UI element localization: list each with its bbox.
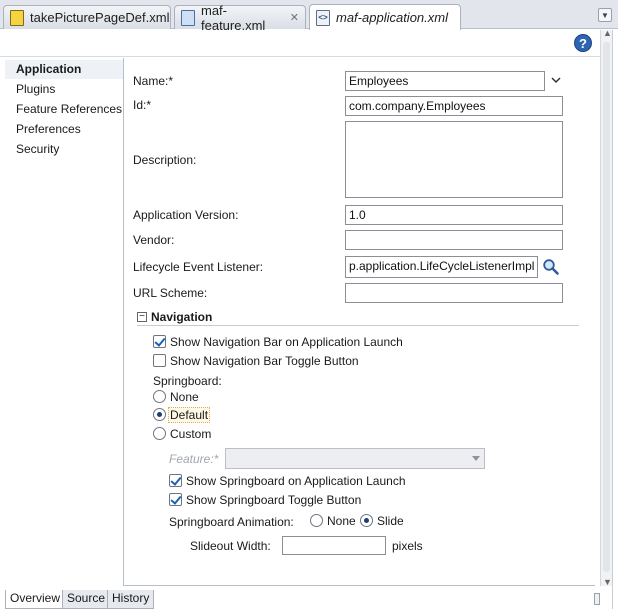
tab-maf-application[interactable]: <> maf-application.xml	[309, 4, 461, 30]
tab-maf-feature[interactable]: maf-feature.xml ✕	[174, 3, 306, 33]
show-nav-toggle-checkbox[interactable]	[153, 354, 166, 367]
tab-label: takePicturePageDef.xml	[30, 10, 170, 25]
tab-label: maf-application.xml	[336, 10, 448, 25]
lifecycle-label: Lifecycle Event Listener:	[133, 260, 264, 274]
scrollbar-thumb[interactable]	[603, 42, 610, 572]
content-bottom-border	[123, 585, 595, 586]
animation-slide-radio[interactable]	[360, 514, 373, 527]
show-nav-toggle-label: Show Navigation Bar Toggle Button	[170, 354, 359, 368]
id-input[interactable]: com.company.Employees	[345, 96, 563, 116]
tab-overview[interactable]: Overview	[5, 590, 66, 609]
animation-none-radio[interactable]	[310, 514, 323, 527]
nav-item-application[interactable]: Application	[5, 60, 123, 79]
search-icon[interactable]	[542, 258, 560, 276]
show-nav-bar-label: Show Navigation Bar on Application Launc…	[170, 335, 403, 349]
lifecycle-input[interactable]: p.application.LifeCycleListenerImpl	[345, 256, 538, 278]
slideout-width-label: Slideout Width:	[190, 539, 271, 553]
tab-source[interactable]: Source	[62, 590, 111, 609]
scroll-down-icon[interactable]: ▼	[603, 577, 612, 587]
help-icon[interactable]: ?	[574, 34, 592, 52]
name-label: Name:*	[133, 74, 174, 88]
vertical-scrollbar[interactable]: ▲ ▼	[600, 28, 612, 587]
springboard-custom-radio[interactable]	[153, 427, 166, 440]
feature-select[interactable]	[225, 448, 485, 469]
version-label: Application Version:	[133, 208, 239, 222]
nav-item-preferences[interactable]: Preferences	[5, 120, 123, 139]
animation-slide-label: Slide	[377, 514, 404, 528]
show-springboard-launch-checkbox[interactable]	[169, 474, 182, 487]
navigation-section-header[interactable]: − Navigation	[137, 310, 579, 326]
nav-item-plugins[interactable]: Plugins	[5, 80, 123, 99]
xml-file-icon: <>	[316, 9, 330, 26]
nav-item-feature-references[interactable]: Feature References	[5, 100, 123, 119]
slideout-unit-label: pixels	[392, 539, 423, 553]
url-scheme-input[interactable]	[345, 283, 563, 303]
url-scheme-label: URL Scheme:	[133, 286, 208, 300]
navigation-section-title: Navigation	[151, 310, 213, 324]
collapse-icon[interactable]: −	[137, 312, 147, 322]
chevron-down-icon[interactable]	[549, 73, 563, 87]
overview-nav: Application Plugins Feature References P…	[5, 58, 123, 586]
horizontal-scrollbar[interactable]	[160, 593, 600, 605]
scroll-up-icon[interactable]: ▲	[603, 28, 612, 38]
close-icon[interactable]: ✕	[290, 11, 299, 24]
tab-label: maf-feature.xml	[201, 2, 266, 33]
springboard-none-label: None	[170, 390, 199, 404]
springboard-custom-label: Custom	[170, 427, 212, 441]
id-label: Id:*	[133, 98, 152, 112]
nav-item-security[interactable]: Security	[5, 140, 123, 159]
header-divider	[0, 56, 600, 57]
tab-list-dropdown-icon[interactable]: ▼	[598, 8, 612, 22]
animation-label: Springboard Animation:	[169, 515, 294, 529]
animation-none-label: None	[327, 514, 356, 528]
show-springboard-toggle-checkbox[interactable]	[169, 493, 182, 506]
pagedef-file-icon	[10, 9, 24, 26]
name-combo[interactable]: Employees	[345, 71, 545, 91]
springboard-default-label: Default	[168, 407, 211, 423]
slideout-width-input[interactable]	[282, 536, 386, 555]
springboard-label: Springboard:	[153, 374, 222, 388]
vendor-input[interactable]	[345, 230, 563, 250]
nav-divider	[123, 58, 124, 586]
feature-label: Feature:*	[169, 452, 219, 466]
tab-take-picture-pagedef[interactable]: takePicturePageDef.xml	[3, 5, 171, 29]
vendor-label: Vendor:	[133, 233, 175, 247]
version-input[interactable]: 1.0	[345, 205, 563, 225]
show-springboard-toggle-label: Show Springboard Toggle Button	[186, 493, 362, 507]
description-textarea[interactable]	[345, 121, 563, 198]
springboard-default-radio[interactable]	[153, 408, 166, 421]
dropdown-arrow-icon	[472, 456, 480, 461]
show-nav-bar-checkbox[interactable]	[153, 335, 166, 348]
editor-tab-strip: takePicturePageDef.xml maf-feature.xml ✕…	[0, 0, 618, 33]
feature-file-icon	[181, 9, 195, 26]
show-springboard-launch-label: Show Springboard on Application Launch	[186, 474, 406, 488]
scrollbar-thumb[interactable]	[594, 593, 600, 605]
window-edge	[612, 30, 618, 609]
section-divider	[137, 325, 579, 326]
springboard-none-radio[interactable]	[153, 390, 166, 403]
tab-history[interactable]: History	[107, 590, 155, 609]
description-label: Description:	[133, 153, 197, 167]
